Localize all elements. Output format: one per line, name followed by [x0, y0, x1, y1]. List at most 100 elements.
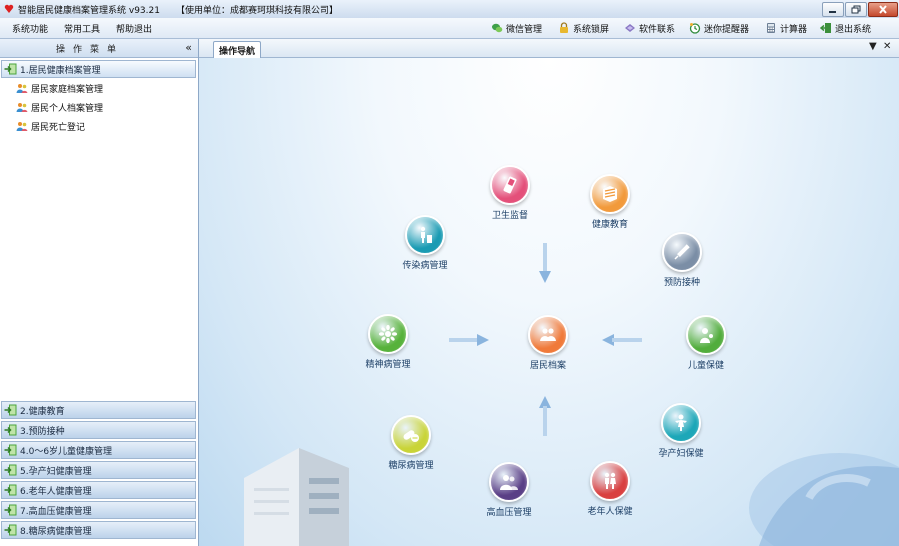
navigation-canvas: 卫生监督 健康教育 传染病管理 预防接种 精神病管理 居民档案 儿童保健 糖尿病… — [199, 58, 899, 546]
baby-icon — [686, 315, 726, 355]
sidebar-group-label: 4.0～6岁儿童健康管理 — [20, 446, 113, 457]
group-icon — [4, 524, 17, 536]
window-title: 智能居民健康档案管理系统 v93.21 — [18, 6, 160, 16]
sidebar-group-label: 2.健康教育 — [20, 406, 65, 417]
nav-maternal-health[interactable]: 孕产妇保健 — [641, 403, 721, 459]
nav-label: 儿童保健 — [687, 361, 724, 371]
nav-diabetes[interactable]: 糖尿病管理 — [371, 415, 451, 471]
sidebar-group-diabetes[interactable]: 8.糖尿病健康管理 — [1, 521, 196, 539]
nav-health-supervision[interactable]: 卫生监督 — [470, 165, 550, 221]
arrow-left-icon — [602, 334, 642, 346]
nav-label: 居民档案 — [529, 361, 566, 371]
contact-icon — [625, 24, 635, 32]
exit-icon — [820, 23, 831, 33]
group-icon — [4, 424, 17, 436]
nav-infectious-disease[interactable]: 传染病管理 — [385, 215, 465, 271]
arrow-right-icon — [449, 334, 489, 346]
nav-label: 老年人保健 — [587, 507, 633, 517]
sidebar-group-elderly-health[interactable]: 6.老年人健康管理 — [1, 481, 196, 499]
group-icon — [4, 464, 17, 476]
group-icon — [4, 63, 17, 75]
sidebar-group-child-health[interactable]: 4.0～6岁儿童健康管理 — [1, 441, 196, 459]
group-icon — [4, 484, 17, 496]
nav-resident-records[interactable]: 居民档案 — [508, 315, 588, 371]
arrow-up-icon — [539, 396, 551, 436]
lock-icon — [560, 22, 568, 33]
sidebar-group-label: 1.居民健康档案管理 — [20, 65, 101, 76]
sidebar-item-death-registration[interactable]: 居民死亡登记 — [16, 118, 85, 134]
trash-person-icon — [405, 215, 445, 255]
nav-child-health[interactable]: 儿童保健 — [666, 315, 746, 371]
menu-bar: 系统功能 常用工具 帮助退出 微信管理 系统锁屏 软件联系 迷你提醒器 计算器 … — [0, 18, 899, 39]
close-icon — [879, 5, 887, 14]
building-illustration — [244, 448, 349, 546]
tab-bar: 操作导航 ▼ ✕ — [199, 39, 899, 58]
nav-hypertension[interactable]: 高血压管理 — [469, 462, 549, 518]
sidebar-group-vaccination[interactable]: 3.预防接种 — [1, 421, 196, 439]
sidebar-item-personal-records[interactable]: 居民个人档案管理 — [16, 99, 103, 115]
sidebar-item-label: 居民个人档案管理 — [31, 103, 104, 114]
hand-illustration — [749, 453, 899, 546]
lock-screen-button[interactable]: 系统锁屏 — [558, 21, 609, 35]
book-icon — [590, 174, 630, 214]
calculator-button[interactable]: 计算器 — [765, 21, 807, 35]
toolbar-label: 微信管理 — [506, 24, 543, 35]
pills-icon — [391, 415, 431, 455]
nav-vaccination[interactable]: 预防接种 — [642, 232, 722, 288]
app-logo-icon — [4, 4, 14, 13]
calculator-icon — [767, 23, 775, 33]
tab-dropdown-button[interactable]: ▼ — [869, 41, 877, 52]
sidebar-title: 操作菜单 — [55, 45, 124, 55]
exit-system-button[interactable]: 退出系统 — [820, 21, 871, 35]
toolbar-label: 计算器 — [780, 24, 808, 35]
menu-help-exit[interactable]: 帮助退出 — [116, 22, 152, 35]
nav-label: 健康教育 — [591, 220, 628, 230]
wechat-manage-button[interactable]: 微信管理 — [491, 21, 542, 35]
people-group-icon — [16, 121, 28, 131]
nav-health-education[interactable]: 健康教育 — [570, 174, 650, 230]
minimize-button[interactable] — [822, 2, 844, 17]
maximize-button[interactable] — [845, 2, 867, 17]
tab-close-button[interactable]: ✕ — [883, 41, 891, 52]
restore-icon — [851, 5, 861, 14]
sidebar-group-health-education[interactable]: 2.健康教育 — [1, 401, 196, 419]
group-icon — [4, 444, 17, 456]
close-window-button[interactable] — [868, 2, 898, 17]
user-unit: 【使用单位：成都赛珂琪科技有限公司】 — [176, 6, 339, 16]
tab-operation-navigation[interactable]: 操作导航 — [213, 41, 262, 58]
sidebar-group-label: 6.老年人健康管理 — [20, 486, 92, 497]
sidebar-group-maternal-health[interactable]: 5.孕产妇健康管理 — [1, 461, 196, 479]
nav-label: 精神病管理 — [365, 360, 411, 370]
sidebar-group-label: 8.糖尿病健康管理 — [20, 526, 92, 537]
sidebar-group-hypertension[interactable]: 7.高血压健康管理 — [1, 501, 196, 519]
sidebar: 操作菜单 « 1.居民健康档案管理 居民家庭档案管理 居民个人档案管理 居民死亡… — [0, 39, 199, 546]
elderly-icon — [590, 461, 630, 501]
toolbar-label: 迷你提醒器 — [704, 24, 750, 35]
minimize-icon — [829, 10, 836, 13]
mini-reminder-button[interactable]: 迷你提醒器 — [689, 21, 749, 35]
syringe-icon — [662, 232, 702, 272]
sidebar-item-family-records[interactable]: 居民家庭档案管理 — [16, 80, 103, 96]
sidebar-item-label: 居民家庭档案管理 — [31, 84, 104, 95]
title-bar: 智能居民健康档案管理系统 v93.21 【使用单位：成都赛珂琪科技有限公司】 — [0, 0, 899, 19]
people-group-icon — [16, 83, 28, 93]
sidebar-group-label: 7.高血压健康管理 — [20, 506, 92, 517]
nav-mental-health[interactable]: 精神病管理 — [348, 314, 428, 370]
wechat-icon — [492, 23, 503, 33]
nav-elderly-health[interactable]: 老年人保健 — [570, 461, 650, 517]
sidebar-group-label: 3.预防接种 — [20, 426, 65, 437]
nav-label: 高血压管理 — [486, 508, 532, 518]
sidebar-collapse-button[interactable]: « — [185, 41, 192, 54]
people-icon — [489, 462, 529, 502]
group-icon — [4, 404, 17, 416]
software-contact-button[interactable]: 软件联系 — [624, 21, 675, 35]
reminder-icon — [689, 23, 701, 34]
sidebar-header: 操作菜单 « — [0, 39, 198, 58]
nav-label: 传染病管理 — [402, 261, 448, 271]
menu-tools[interactable]: 常用工具 — [64, 22, 100, 35]
toolbar-label: 退出系统 — [835, 24, 872, 35]
menu-system[interactable]: 系统功能 — [12, 22, 48, 35]
arrow-down-icon — [539, 243, 551, 283]
sidebar-group-resident-records[interactable]: 1.居民健康档案管理 — [1, 60, 196, 78]
main-panel: 操作导航 ▼ ✕ 卫生监督 健康教育 传染病管理 预防接种 精神病管理 居民档案… — [199, 39, 899, 546]
